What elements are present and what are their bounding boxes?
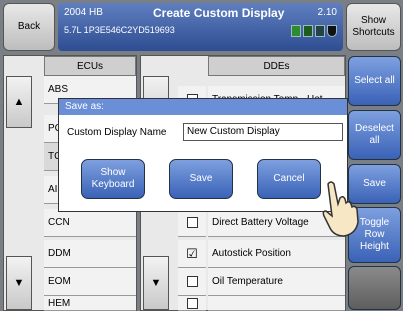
dde-list-item[interactable]: Oil Temperature bbox=[208, 268, 345, 296]
dde-scroll-down-button[interactable]: ▼ bbox=[143, 256, 169, 310]
back-button[interactable]: Back bbox=[3, 3, 55, 51]
save-as-dialog: Save as: Custom Display Name New Custom … bbox=[58, 98, 348, 212]
page-title: Create Custom Display bbox=[153, 6, 285, 20]
checkmark-icon: ☑ bbox=[186, 245, 198, 261]
version-label: 2.10 bbox=[317, 7, 337, 18]
network-icon bbox=[315, 25, 325, 37]
dialog-title: Save as: bbox=[59, 99, 347, 115]
ecu-list-item[interactable]: EOM bbox=[44, 268, 136, 296]
dde-checkbox[interactable] bbox=[178, 268, 206, 296]
show-shortcuts-button[interactable]: Show Shortcuts bbox=[346, 3, 401, 51]
ecu-list-item[interactable]: CCN bbox=[44, 209, 136, 237]
ecu-scroll-up-button[interactable]: ▲ bbox=[6, 76, 32, 128]
select-all-button[interactable]: Select all bbox=[348, 56, 401, 106]
hand-pointer-icon bbox=[322, 181, 359, 237]
deselect-all-button[interactable]: Deselect all bbox=[348, 110, 401, 160]
status-icons bbox=[291, 25, 337, 37]
empty-side-button bbox=[348, 266, 401, 310]
display-name-input[interactable]: New Custom Display bbox=[183, 123, 343, 141]
dialog-save-button[interactable]: Save bbox=[169, 159, 233, 199]
battery-icon bbox=[291, 25, 301, 37]
dde-checkbox[interactable]: ☑ bbox=[178, 240, 206, 268]
dde-list-item[interactable] bbox=[208, 296, 345, 311]
ecu-column-header: ECUs bbox=[44, 56, 136, 76]
vin-label: 5.7L 1P3E546C2YD519693 bbox=[64, 25, 175, 35]
dde-list-item[interactable]: Autostick Position bbox=[208, 240, 345, 268]
display-name-label: Custom Display Name bbox=[67, 127, 167, 138]
dialog-cancel-button[interactable]: Cancel bbox=[257, 159, 321, 199]
dde-checkbox[interactable] bbox=[178, 209, 206, 237]
screen: Back 2004 HB Create Custom Display 2.10 … bbox=[0, 0, 403, 311]
signal-icon bbox=[303, 25, 313, 37]
ecu-list-item[interactable]: HEM bbox=[44, 296, 136, 311]
ecu-list-item[interactable]: DDM bbox=[44, 240, 136, 268]
dde-column-header: DDEs bbox=[208, 56, 345, 76]
title-bar: 2004 HB Create Custom Display 2.10 5.7L … bbox=[58, 3, 343, 51]
show-keyboard-button[interactable]: Show Keyboard bbox=[81, 159, 145, 199]
dde-checkbox[interactable] bbox=[178, 296, 206, 311]
shield-icon bbox=[327, 25, 337, 37]
ecu-scroll-down-button[interactable]: ▼ bbox=[6, 256, 32, 310]
